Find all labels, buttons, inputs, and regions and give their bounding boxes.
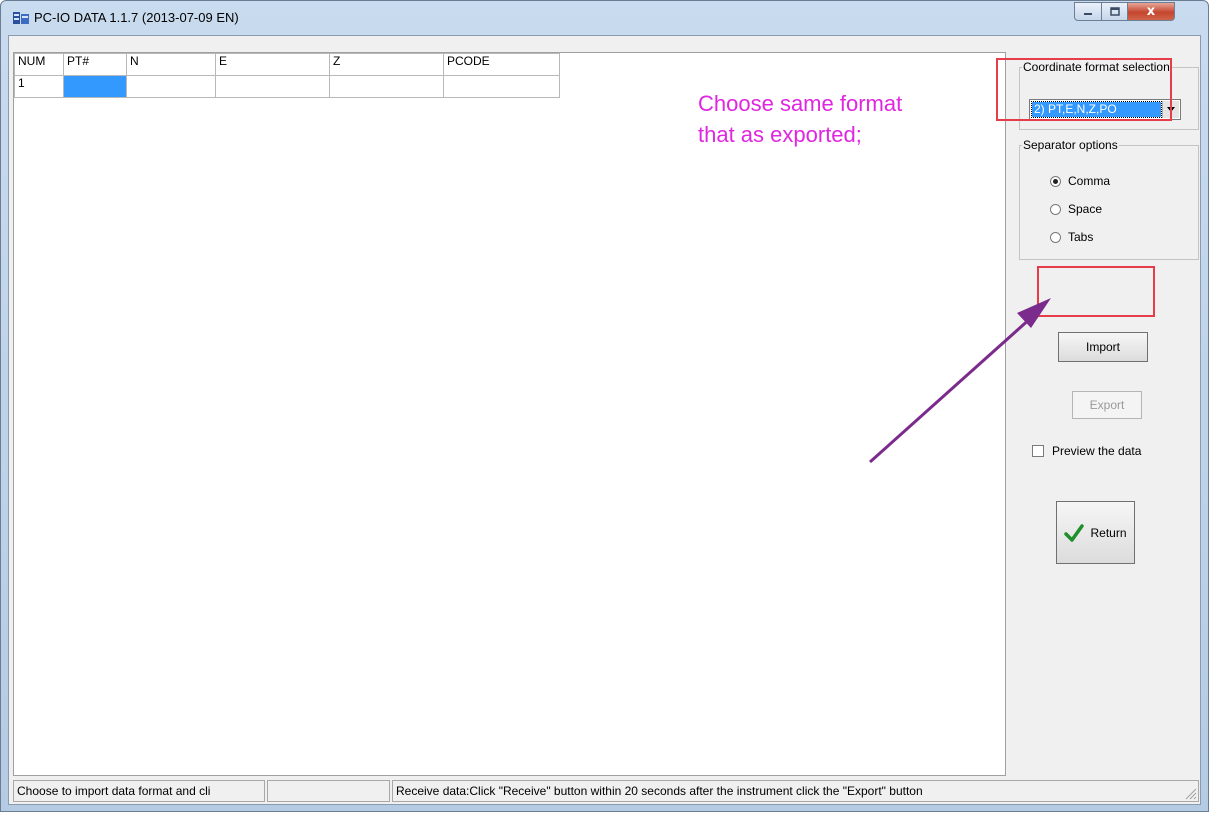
status-pane-right: Receive data:Click "Receive" button with… — [392, 780, 1199, 802]
separator-options-label: Separator options — [1023, 138, 1118, 152]
status-bar: Choose to import data format and cli Rec… — [13, 780, 1199, 802]
radio-tabs[interactable]: Tabs — [1050, 230, 1093, 244]
import-button-label: Import — [1085, 340, 1120, 354]
cell-z[interactable] — [329, 75, 444, 98]
import-highlight-box — [1037, 266, 1155, 317]
minimize-button[interactable] — [1074, 2, 1102, 21]
column-header-pcode[interactable]: PCODE — [443, 53, 560, 76]
column-header-pt[interactable]: PT# — [63, 53, 127, 76]
grid-header-row: NUM PT# N E Z PCODE — [14, 53, 560, 76]
title-bar[interactable]: PC-IO DATA 1.1.7 (2013-07-09 EN) x — [1, 1, 1208, 35]
table-row: 1 — [14, 75, 560, 98]
column-header-num[interactable]: NUM — [14, 53, 64, 76]
return-button-label: Return — [1090, 525, 1127, 540]
maximize-icon — [1109, 7, 1120, 16]
minimize-icon — [1084, 12, 1092, 15]
client-area: NUM PT# N E Z PCODE 1 Coordinate format … — [8, 35, 1201, 805]
preview-checkbox[interactable]: Preview the data — [1032, 444, 1141, 458]
export-button-label: Export — [1089, 398, 1125, 412]
data-grid[interactable]: NUM PT# N E Z PCODE 1 — [13, 52, 1006, 776]
options-panel: Coordinate format selection 2) PT,E,N,Z,… — [1011, 52, 1203, 792]
import-button[interactable]: Import — [1058, 332, 1148, 362]
column-header-n[interactable]: N — [126, 53, 216, 76]
status-pane-left: Choose to import data format and cli — [13, 780, 265, 802]
app-window: PC-IO DATA 1.1.7 (2013-07-09 EN) x NUM P… — [0, 0, 1209, 812]
radio-icon[interactable] — [1050, 203, 1061, 215]
preview-label: Preview the data — [1052, 444, 1142, 458]
radio-label: Tabs — [1068, 230, 1094, 244]
close-icon: x — [1146, 4, 1156, 19]
separator-options-group: Separator options Comma Space Tabs — [1019, 138, 1199, 260]
radio-icon[interactable] — [1050, 175, 1061, 187]
resize-grip-icon[interactable] — [1183, 786, 1197, 800]
cell-e[interactable] — [215, 75, 330, 98]
checkbox-icon[interactable] — [1032, 445, 1044, 457]
select-highlight-box — [996, 58, 1172, 121]
radio-space[interactable]: Space — [1050, 202, 1102, 216]
points-table: NUM PT# N E Z PCODE 1 — [14, 53, 560, 98]
cell-n[interactable] — [126, 75, 216, 98]
app-icon — [13, 12, 29, 24]
radio-label: Space — [1068, 202, 1103, 216]
checkmark-icon — [1064, 523, 1085, 542]
column-header-z[interactable]: Z — [329, 53, 444, 76]
radio-label: Comma — [1068, 174, 1111, 188]
annotation-line-2: that as exported; — [698, 122, 862, 147]
annotation-line-1: Choose same format — [698, 91, 903, 116]
radio-icon[interactable] — [1050, 231, 1061, 243]
column-header-e[interactable]: E — [215, 53, 330, 76]
cell-pt-selected[interactable] — [63, 75, 127, 98]
radio-comma[interactable]: Comma — [1050, 174, 1110, 188]
cell-pcode[interactable] — [443, 75, 560, 98]
cell-num[interactable]: 1 — [14, 75, 64, 98]
export-button[interactable]: Export — [1072, 391, 1142, 419]
close-button[interactable]: x — [1127, 2, 1175, 21]
return-button[interactable]: Return — [1056, 501, 1135, 564]
annotation-callout: Choose same format that as exported; — [698, 88, 902, 150]
maximize-button[interactable] — [1101, 2, 1128, 21]
status-pane-middle — [267, 780, 390, 802]
window-title: PC-IO DATA 1.1.7 (2013-07-09 EN) — [34, 10, 239, 25]
